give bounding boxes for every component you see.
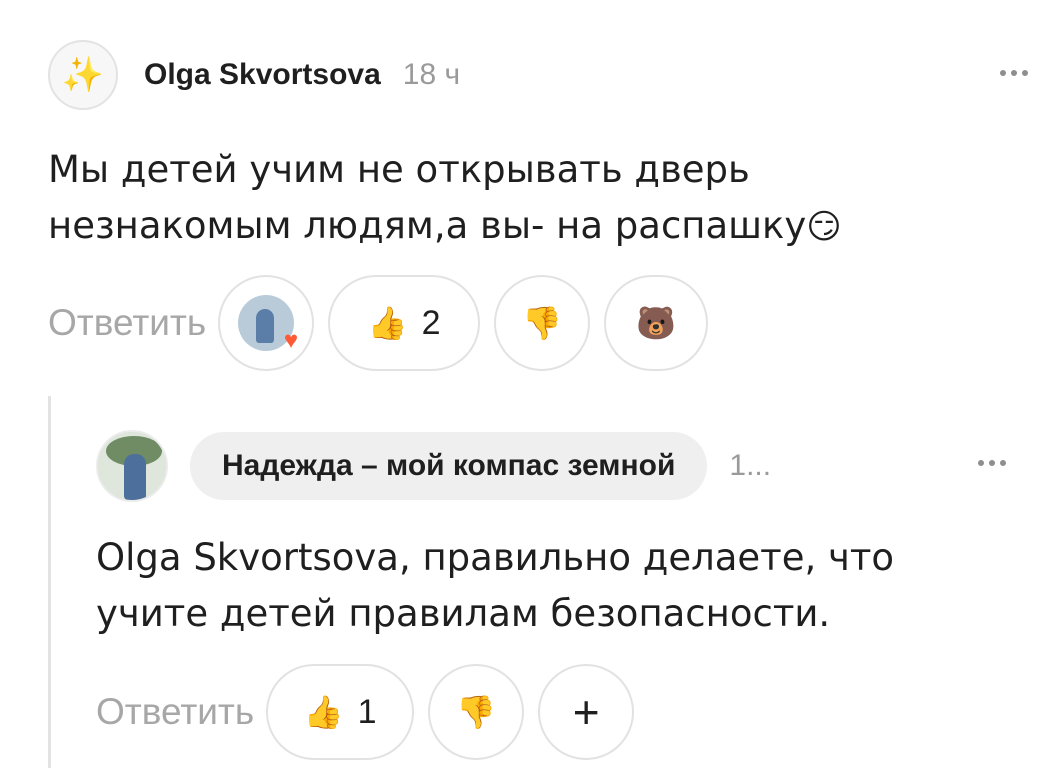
reply-author-avatar[interactable] [96, 430, 168, 502]
bear-face-icon: 🐻 [636, 305, 677, 341]
dislike-button[interactable]: 👎 [494, 275, 591, 371]
reacted-user-button[interactable]: ♥ [218, 275, 315, 371]
comment-text-line: Мы детей учим не открывать дверь [48, 148, 750, 191]
plus-icon: + [572, 686, 600, 738]
like-count: 1 [357, 692, 377, 731]
user-avatar-heart-icon: ♥ [238, 295, 298, 353]
reply-button[interactable]: Ответить [96, 691, 254, 733]
like-count: 2 [421, 303, 441, 342]
reply-author-name[interactable]: Надежда – мой компас земной [190, 432, 708, 500]
author-avatar[interactable]: ✨ [48, 40, 118, 110]
reply-text-line: учите детей правилам безопасности. [96, 592, 831, 635]
reply-actions: Ответить 👍 1 👎 + [96, 664, 648, 760]
reply-button[interactable]: Ответить [48, 302, 206, 344]
reply-header: Надежда – мой компас земной 1... [96, 430, 1006, 502]
comment-header: ✨ Olga Skvortsova 18 ч [48, 40, 1028, 110]
reply-text: Olga Skvortsova, правильно делаете, что … [96, 530, 1036, 642]
reply-time: 1... [729, 449, 772, 482]
like-button[interactable]: 👍 2 [328, 275, 481, 371]
heart-icon: ♥ [283, 327, 299, 354]
like-button[interactable]: 👍 1 [266, 664, 415, 760]
comment-text: Мы детей учим не открывать дверь незнако… [48, 142, 1028, 255]
more-options-icon[interactable] [968, 58, 1028, 88]
thumbs-down-icon: 👎 [456, 694, 497, 730]
thread-line [48, 396, 51, 768]
reply-text-line: Olga Skvortsova, правильно делаете, что [96, 536, 895, 579]
comment-time: 18 ч [402, 58, 461, 91]
author-name[interactable]: Olga Skvortsova [144, 58, 381, 92]
sparkles-icon: ✨ [61, 56, 105, 94]
comment-actions: Ответить ♥ 👍 2 👎 🐻 [48, 275, 722, 371]
thumbs-up-icon: 👍 [367, 305, 408, 341]
thumbs-up-icon: 👍 [303, 694, 344, 730]
comment-text-line: незнакомым людям,а вы- на распашку😏 [48, 204, 842, 247]
more-options-icon[interactable] [946, 448, 1006, 478]
thumbs-down-icon: 👎 [522, 305, 563, 341]
dislike-button[interactable]: 👎 [428, 664, 525, 760]
add-reaction-button[interactable]: + [538, 664, 635, 760]
bear-reaction-button[interactable]: 🐻 [604, 275, 709, 371]
smirk-emoji: 😏 [806, 207, 842, 247]
